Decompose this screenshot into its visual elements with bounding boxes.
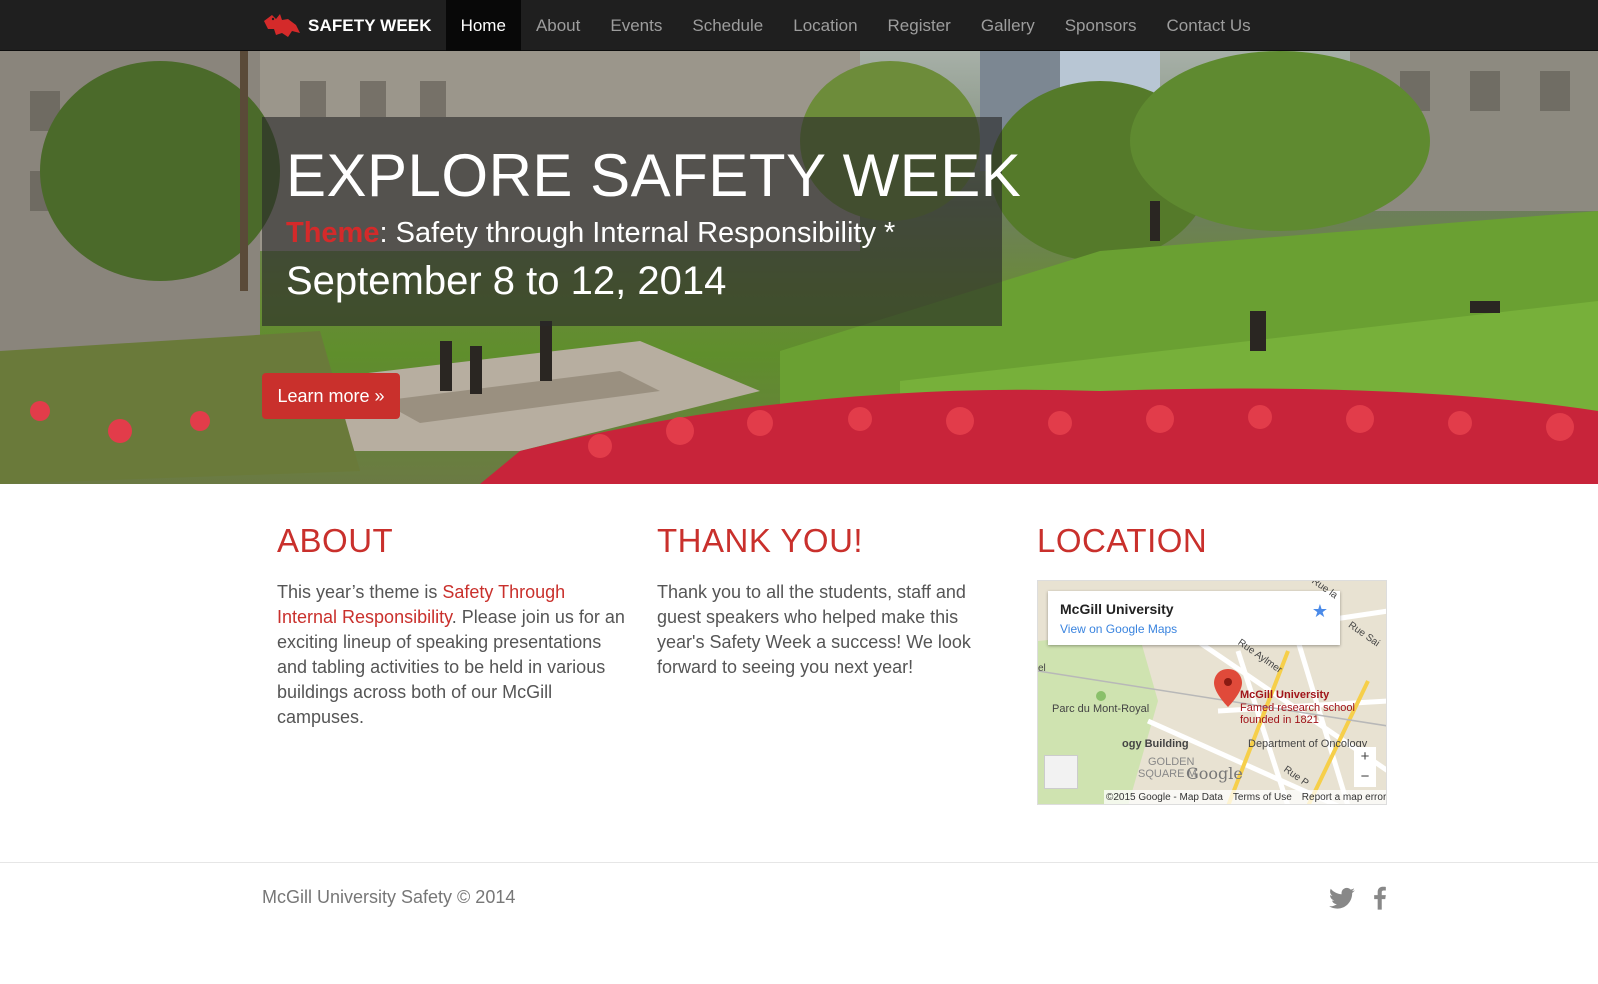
hero-dates: September 8 to 12, 2014 xyxy=(286,259,727,303)
nav-item-location[interactable]: Location xyxy=(778,0,872,51)
google-logo: Google xyxy=(1186,764,1243,783)
map-info-card: McGill University View on Google Maps ★ xyxy=(1048,591,1340,645)
thank-you-heading: THANK YOU! xyxy=(657,522,864,559)
hero-title: EXPLORE SAFETY WEEK xyxy=(286,142,1022,209)
map-marker-desc-2: founded in 1821 xyxy=(1240,714,1319,726)
nav-item-contact-us[interactable]: Contact Us xyxy=(1152,0,1266,51)
save-star-icon[interactable]: ★ xyxy=(1312,601,1328,622)
location-heading: LOCATION xyxy=(1037,522,1208,559)
nav-item-home[interactable]: Home xyxy=(445,0,521,51)
map-copyright: ©2015 Google - Map Data xyxy=(1106,791,1223,803)
facebook-icon[interactable] xyxy=(1366,884,1394,912)
map-zoom-out-button[interactable]: − xyxy=(1354,767,1376,787)
map-marker-title: McGill University xyxy=(1240,689,1330,701)
twitter-icon[interactable] xyxy=(1328,884,1356,912)
nav-item-sponsors[interactable]: Sponsors xyxy=(1050,0,1152,51)
location-section: LOCATION xyxy=(1037,522,1387,580)
learn-more-button[interactable]: Learn more » xyxy=(262,373,400,419)
bird-logo-icon xyxy=(264,13,300,37)
map-terms-link[interactable]: Terms of Use xyxy=(1233,792,1292,803)
about-text: This year’s theme is Safety Through Inte… xyxy=(277,580,627,730)
map-label-oncology: Department of Oncology xyxy=(1248,738,1368,750)
about-section: ABOUT This year’s theme is Safety Throug… xyxy=(277,522,627,730)
nav-item-events[interactable]: Events xyxy=(595,0,677,51)
map-label-el: el xyxy=(1038,663,1046,674)
google-map[interactable]: McGill University View on Google Maps ★ … xyxy=(1037,580,1387,805)
footer-copyright: McGill University Safety © 2014 xyxy=(262,887,516,907)
footer-divider xyxy=(0,862,1598,863)
map-report-link[interactable]: Report a map error xyxy=(1302,792,1386,803)
nav-container: SAFETY WEEK Home About Events Schedule L… xyxy=(262,0,1266,51)
map-label-building: ogy Building xyxy=(1122,738,1189,750)
about-heading: ABOUT xyxy=(277,522,394,559)
hero-caption-panel: EXPLORE SAFETY WEEK Theme: Safety throug… xyxy=(262,117,1021,326)
theme-label: Theme xyxy=(286,217,380,249)
hero-theme: Theme: Safety through Internal Responsib… xyxy=(286,217,895,250)
nav-item-register[interactable]: Register xyxy=(873,0,966,51)
nav-item-about[interactable]: About xyxy=(521,0,595,51)
nav-item-schedule[interactable]: Schedule xyxy=(677,0,778,51)
navbar: SAFETY WEEK Home About Events Schedule L… xyxy=(0,0,1598,51)
hero-banner: EXPLORE SAFETY WEEK Theme: Safety throug… xyxy=(0,51,1598,484)
theme-text: : Safety through Internal Responsibility… xyxy=(379,217,896,249)
brand-link[interactable]: SAFETY WEEK xyxy=(262,0,446,51)
about-text-start: This year’s theme is xyxy=(277,582,443,602)
map-street-view-button[interactable] xyxy=(1044,755,1078,789)
map-marker-desc-1: Famed research school xyxy=(1240,702,1355,714)
thank-you-text: Thank you to all the students, staff and… xyxy=(657,582,971,677)
map-zoom-in-button[interactable]: + xyxy=(1354,747,1376,767)
nav-item-gallery[interactable]: Gallery xyxy=(966,0,1050,51)
brand-name: SAFETY WEEK xyxy=(308,15,432,35)
map-label-park: Parc du Mont-Royal xyxy=(1052,703,1150,715)
thank-you-section: THANK YOU! Thank you to all the students… xyxy=(657,522,1007,680)
map-footer: ©2015 Google - Map Data Terms of Use Rep… xyxy=(1104,790,1386,804)
map-card-title: McGill University xyxy=(1060,601,1174,617)
view-on-google-maps-link[interactable]: View on Google Maps xyxy=(1060,622,1177,636)
